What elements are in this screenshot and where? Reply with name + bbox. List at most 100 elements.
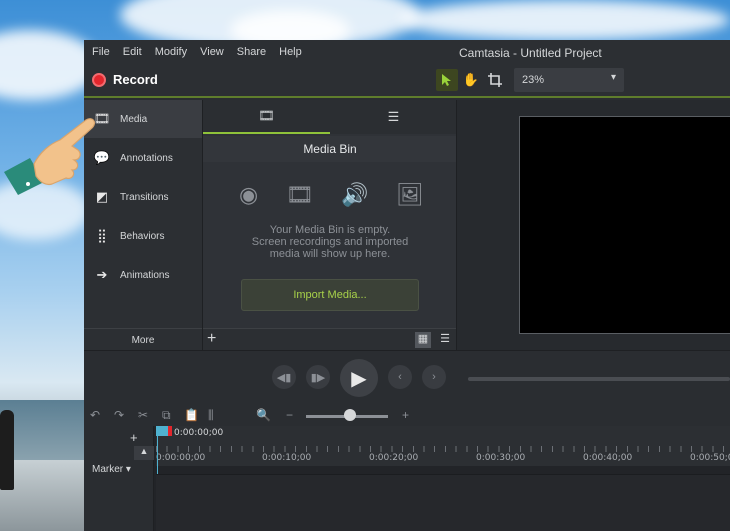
menu-help[interactable]: Help xyxy=(279,46,302,58)
media-bin-title: Media Bin xyxy=(203,136,457,162)
zoom-in-icon[interactable]: + xyxy=(402,408,409,422)
menu-modify[interactable]: Modify xyxy=(155,46,187,58)
tick-label: 0:00:10;00 xyxy=(262,453,312,463)
main-toolbar: Record ✋ 23% ▾ xyxy=(84,64,730,98)
ruler-ticks xyxy=(156,446,730,452)
tick-label: 0:00:20;00 xyxy=(369,453,419,463)
sidebar-item-annotations[interactable]: 💬 Annotations xyxy=(84,139,202,177)
import-media-button[interactable]: Import Media... xyxy=(241,279,419,311)
sidebar-item-media[interactable]: 🎞 Media xyxy=(84,100,202,138)
record-icon xyxy=(92,72,106,87)
playback-controls: ◀▮ ▮▶ ▶ ‹ › xyxy=(84,350,730,406)
menu-share[interactable]: Share xyxy=(237,46,266,58)
sidebar-item-label: Media xyxy=(120,113,148,125)
play-button[interactable]: ▶ xyxy=(340,359,378,397)
undo-icon[interactable]: ↶ xyxy=(90,408,100,422)
pointing-hand-icon xyxy=(4,118,96,195)
media-bin-panel: 🎞 ☰ Media Bin ◉ 🎞 🔊 🖼 Your Media Bin is … xyxy=(202,100,457,350)
film-strip-icon: 🎞 xyxy=(258,108,275,123)
menu-file[interactable]: File xyxy=(92,46,110,58)
split-icon[interactable]: ⫼ xyxy=(208,408,214,423)
animations-icon: ➔ xyxy=(96,267,108,282)
runner-figure xyxy=(0,410,14,490)
step-back-icon: ◀▮ xyxy=(276,371,292,384)
menu-view[interactable]: View xyxy=(200,46,224,58)
previous-button[interactable]: ‹ xyxy=(388,365,412,389)
crop-icon xyxy=(488,73,502,87)
step-forward-icon: ▮▶ xyxy=(310,371,326,384)
add-track-icon[interactable]: + xyxy=(130,430,138,445)
track-header: + ▲ Marker ▾ xyxy=(84,426,154,531)
preview-panel xyxy=(456,100,730,350)
playhead-time: 0:00:00;00 xyxy=(174,428,224,438)
hand-icon: ✋ xyxy=(462,72,480,87)
media-tabs: 🎞 ☰ xyxy=(203,100,457,134)
sidebar-item-label: Behaviors xyxy=(120,230,165,242)
marker-label: Marker xyxy=(92,464,124,475)
title-bar: File Edit Modify View Share Help Camtasi… xyxy=(84,40,730,64)
play-icon: ▶ xyxy=(351,367,367,390)
copy-icon[interactable]: ⧉ xyxy=(162,408,171,423)
sidebar-item-label: Annotations xyxy=(120,152,173,164)
record-button[interactable]: Record xyxy=(92,72,158,87)
cursor-icon xyxy=(442,74,451,86)
sidebar-item-label: Animations xyxy=(120,269,170,281)
canvas[interactable] xyxy=(519,116,730,334)
sidebar-item-animations[interactable]: ➔ Animations xyxy=(84,256,202,294)
tick-label: 0:00:30;00 xyxy=(476,453,526,463)
timeline-ruler[interactable]: 0:00:00;00 0:00:00;00 0:00:10;00 0:00:20… xyxy=(156,426,730,466)
chevron-left-icon: ‹ xyxy=(398,371,402,383)
tab-media-bin[interactable]: 🎞 xyxy=(203,100,330,134)
sidebar-item-label: Transitions xyxy=(120,191,169,203)
sidebar-item-transitions[interactable]: ◩ Transitions xyxy=(84,178,202,216)
add-icon[interactable]: + xyxy=(207,330,216,348)
speaker-icon: 🔊 xyxy=(341,182,369,207)
redo-icon[interactable]: ↷ xyxy=(114,408,124,422)
film-strip-icon: 🎞 xyxy=(285,182,314,207)
sidebar-item-behaviors[interactable]: ⣿ Behaviors xyxy=(84,217,202,255)
playback-scrubber[interactable] xyxy=(468,377,730,381)
record-circle-icon: ◉ xyxy=(239,182,259,207)
tab-library[interactable]: ☰ xyxy=(330,100,457,134)
zoom-dropdown[interactable]: 23% ▾ xyxy=(514,68,624,92)
marker-toggle[interactable]: Marker ▾ xyxy=(92,464,131,475)
media-type-icons: ◉ 🎞 🔊 🖼 xyxy=(239,182,424,208)
menu-edit[interactable]: Edit xyxy=(123,46,142,58)
list-view-icon[interactable]: ☰ xyxy=(437,332,453,348)
tick-label: 0:00:00;00 xyxy=(156,453,206,463)
select-tool-button[interactable] xyxy=(436,69,458,91)
in-point-marker[interactable] xyxy=(168,426,172,436)
list-icon: ☰ xyxy=(387,109,400,124)
record-label: Record xyxy=(113,72,158,87)
zoom-slider-knob[interactable] xyxy=(344,409,356,421)
crop-tool-button[interactable] xyxy=(484,69,506,91)
empty-bin-message: Your Media Bin is empty. Screen recordin… xyxy=(251,224,409,260)
image-icon: 🖼 xyxy=(396,182,424,207)
collapse-button[interactable]: ▲ xyxy=(134,446,154,460)
camtasia-window: File Edit Modify View Share Help Camtasi… xyxy=(84,40,730,531)
step-back-button[interactable]: ◀▮ xyxy=(272,365,296,389)
chevron-down-icon: ▾ xyxy=(610,72,616,83)
pan-tool-button[interactable]: ✋ xyxy=(460,69,482,91)
chevron-down-icon: ▾ xyxy=(125,464,131,475)
tick-label: 0:00:40;00 xyxy=(583,453,633,463)
paste-icon[interactable]: 📋 xyxy=(184,408,199,422)
chevron-up-icon: ▲ xyxy=(139,446,149,456)
cut-icon[interactable]: ✂ xyxy=(138,408,148,422)
window-title: Camtasia - Untitled Project xyxy=(459,46,602,60)
timeline-panel: + ▲ Marker ▾ 0:00:00;00 0:00:00;00 0:00:… xyxy=(84,426,730,531)
tick-label: 0:00:50;0 xyxy=(690,453,730,463)
zoom-out-icon[interactable]: − xyxy=(286,408,293,422)
step-forward-button[interactable]: ▮▶ xyxy=(306,365,330,389)
more-button[interactable]: More xyxy=(84,328,202,350)
media-bin-footer: + ▦ ☰ xyxy=(203,328,457,350)
menu-bar: File Edit Modify View Share Help xyxy=(84,46,302,58)
grid-view-icon[interactable]: ▦ xyxy=(415,332,431,348)
zoom-value: 23% xyxy=(522,74,545,86)
track-1[interactable] xyxy=(156,474,730,531)
magnifier-icon: 🔍 xyxy=(256,408,271,422)
chevron-right-icon: › xyxy=(432,371,436,383)
timeline-toolbar: ↶ ↷ ✂ ⧉ 📋 ⫼ 🔍 − + xyxy=(84,406,730,426)
next-button[interactable]: › xyxy=(422,365,446,389)
tools-sidebar: 🎞 Media 💬 Annotations ◩ Transitions ⣿ Be… xyxy=(84,100,202,328)
